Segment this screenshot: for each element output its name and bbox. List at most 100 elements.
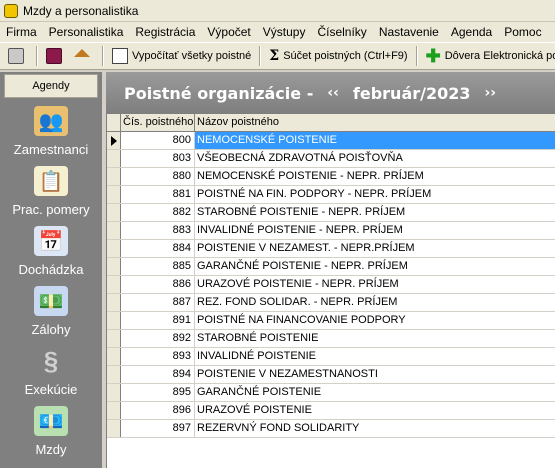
column-header-name[interactable]: Názov poistného: [195, 114, 555, 131]
menu-vypocet[interactable]: Výpočet: [201, 22, 256, 42]
row-indicator[interactable]: [107, 276, 121, 293]
cell-insurance-number[interactable]: 897: [121, 420, 195, 437]
prev-period-button[interactable]: ‹‹: [327, 85, 339, 101]
cell-insurance-number[interactable]: 881: [121, 186, 195, 203]
sidebar-item-label: Dochádzka: [18, 262, 84, 277]
cell-insurance-number[interactable]: 894: [121, 366, 195, 383]
calculator-button[interactable]: [4, 45, 32, 67]
cell-insurance-number[interactable]: 884: [121, 240, 195, 257]
table-row[interactable]: 895 GARANČNÉ POISTENIE: [107, 384, 555, 402]
cell-insurance-name[interactable]: INVALIDNÉ POISTENIE - NEPR. PRÍJEM: [195, 222, 555, 239]
row-indicator[interactable]: [107, 384, 121, 401]
menu-personalistika[interactable]: Personalistika: [43, 22, 130, 42]
menu-firma[interactable]: Firma: [0, 22, 43, 42]
menu-agenda[interactable]: Agenda: [445, 22, 498, 42]
row-indicator[interactable]: [107, 222, 121, 239]
table-row[interactable]: 893 INVALIDNÉ POISTENIE: [107, 348, 555, 366]
table-row[interactable]: 881 POISTNÉ NA FIN. PODPORY - NEPR. PRÍJE…: [107, 186, 555, 204]
table-row[interactable]: 887 REZ. FOND SOLIDAR. - NEPR. PRÍJEM: [107, 294, 555, 312]
table-row[interactable]: 885 GARANČNÉ POISTENIE - NEPR. PRÍJEM: [107, 258, 555, 276]
sidebar-item-label: Prac. pomery: [12, 202, 90, 217]
cell-insurance-number[interactable]: 886: [121, 276, 195, 293]
table-row[interactable]: 880 NEMOCENSKÉ POISTENIE - NEPR. PRÍJEM: [107, 168, 555, 186]
cell-insurance-number[interactable]: 887: [121, 294, 195, 311]
table-row[interactable]: 884 POISTENIE V NEZAMEST. - NEPR.PRÍJEM: [107, 240, 555, 258]
table-row[interactable]: 803 VŠEOBECNÁ ZDRAVOTNÁ POISŤOVŇA: [107, 150, 555, 168]
calc-all-insurance-button[interactable]: Vypočítať všetky poistné: [108, 45, 255, 67]
cell-insurance-number[interactable]: 891: [121, 312, 195, 329]
sum-insurance-button[interactable]: Σ Súčet poistných (Ctrl+F9): [265, 45, 411, 67]
cell-insurance-number[interactable]: 885: [121, 258, 195, 275]
sidebar-item-mzdy[interactable]: 💶 Mzdy: [0, 402, 102, 462]
cell-insurance-number[interactable]: 800: [121, 132, 195, 149]
book-icon: [46, 48, 62, 64]
home-button[interactable]: [70, 45, 98, 67]
toolbar-separator: [102, 46, 104, 66]
cell-insurance-number[interactable]: 892: [121, 330, 195, 347]
cell-insurance-name[interactable]: REZ. FOND SOLIDAR. - NEPR. PRÍJEM: [195, 294, 555, 311]
book-button[interactable]: [42, 45, 70, 67]
cell-insurance-number[interactable]: 895: [121, 384, 195, 401]
row-indicator[interactable]: [107, 258, 121, 275]
table-row[interactable]: 894 POISTENIE V NEZAMESTNANOSTI: [107, 366, 555, 384]
menu-ciselniky[interactable]: Číselníky: [311, 22, 372, 42]
table-row[interactable]: 886 URAZOVÉ POISTENIE - NEPR. PRÍJEM: [107, 276, 555, 294]
table-row[interactable]: 883 INVALIDNÉ POISTENIE - NEPR. PRÍJEM: [107, 222, 555, 240]
cell-insurance-number[interactable]: 883: [121, 222, 195, 239]
cell-insurance-name[interactable]: NEMOCENSKÉ POISTENIE - NEPR. PRÍJEM: [195, 168, 555, 185]
cell-insurance-number[interactable]: 882: [121, 204, 195, 221]
menu-vystupy[interactable]: Výstupy: [257, 22, 312, 42]
cell-insurance-name[interactable]: URAZOVÉ POISTENIE - NEPR. PRÍJEM: [195, 276, 555, 293]
menu-registracia[interactable]: Registrácia: [129, 22, 201, 42]
row-indicator[interactable]: [107, 240, 121, 257]
menu-nastavenie[interactable]: Nastavenie: [373, 22, 445, 42]
menu-pomoc[interactable]: Pomoc: [498, 22, 547, 42]
row-indicator[interactable]: [107, 402, 121, 419]
cell-insurance-number[interactable]: 896: [121, 402, 195, 419]
table-row[interactable]: 892 STAROBNÉ POISTENIE: [107, 330, 555, 348]
cell-insurance-name[interactable]: POISTNÉ NA FIN. PODPORY - NEPR. PRÍJEM: [195, 186, 555, 203]
row-indicator[interactable]: [107, 348, 121, 365]
sidebar-item-zamestnanci[interactable]: 👥 Zamestnanci: [0, 102, 102, 162]
cell-insurance-name[interactable]: REZERVNÝ FOND SOLIDARITY: [195, 420, 555, 437]
cell-insurance-name[interactable]: GARANČNÉ POISTENIE: [195, 384, 555, 401]
sidebar-item-exekucie[interactable]: § Exekúcie: [0, 342, 102, 402]
insurance-grid[interactable]: Čís. poistného Názov poistného 800 NEMOCE…: [106, 114, 555, 468]
row-indicator[interactable]: [107, 330, 121, 347]
cell-insurance-name[interactable]: VŠEOBECNÁ ZDRAVOTNÁ POISŤOVŇA: [195, 150, 555, 167]
row-indicator[interactable]: [107, 132, 121, 149]
row-indicator[interactable]: [107, 312, 121, 329]
table-row[interactable]: 882 STAROBNÉ POISTENIE - NEPR. PRÍJEM: [107, 204, 555, 222]
cell-insurance-name[interactable]: URAZOVÉ POISTENIE: [195, 402, 555, 419]
cell-insurance-name[interactable]: POISTENIE V NEZAMEST. - NEPR.PRÍJEM: [195, 240, 555, 257]
next-period-button[interactable]: ››: [485, 85, 497, 101]
cell-insurance-name[interactable]: GARANČNÉ POISTENIE - NEPR. PRÍJEM: [195, 258, 555, 275]
sidebar-item-prac-pomery[interactable]: 📋 Prac. pomery: [0, 162, 102, 222]
sidebar-item-dochadzka[interactable]: 📅 Dochádzka: [0, 222, 102, 282]
row-indicator[interactable]: [107, 294, 121, 311]
trust-electronic-button[interactable]: ✚ Dôvera Elektronická pob: [422, 45, 555, 67]
cell-insurance-name[interactable]: NEMOCENSKÉ POISTENIE: [195, 132, 555, 149]
page-title: Poistné organizácie -: [124, 83, 314, 103]
sidebar-item-zalohy[interactable]: 💵 Zálohy: [0, 282, 102, 342]
column-header-number[interactable]: Čís. poistného: [121, 114, 195, 131]
row-indicator[interactable]: [107, 366, 121, 383]
row-indicator[interactable]: [107, 420, 121, 437]
table-row[interactable]: 891 POISTNÉ NA FINANCOVANIE PODPORY: [107, 312, 555, 330]
cell-insurance-number[interactable]: 880: [121, 168, 195, 185]
cell-insurance-name[interactable]: INVALIDNÉ POISTENIE: [195, 348, 555, 365]
row-indicator[interactable]: [107, 204, 121, 221]
sidebar-header[interactable]: Agendy: [4, 74, 98, 98]
table-row[interactable]: 800 NEMOCENSKÉ POISTENIE: [107, 132, 555, 150]
row-indicator[interactable]: [107, 186, 121, 203]
cell-insurance-name[interactable]: STAROBNÉ POISTENIE: [195, 330, 555, 347]
cell-insurance-name[interactable]: POISTENIE V NEZAMESTNANOSTI: [195, 366, 555, 383]
row-indicator[interactable]: [107, 150, 121, 167]
cell-insurance-name[interactable]: STAROBNÉ POISTENIE - NEPR. PRÍJEM: [195, 204, 555, 221]
cell-insurance-number[interactable]: 893: [121, 348, 195, 365]
cell-insurance-name[interactable]: POISTNÉ NA FINANCOVANIE PODPORY: [195, 312, 555, 329]
table-row[interactable]: 896 URAZOVÉ POISTENIE: [107, 402, 555, 420]
cell-insurance-number[interactable]: 803: [121, 150, 195, 167]
table-row[interactable]: 897 REZERVNÝ FOND SOLIDARITY: [107, 420, 555, 438]
row-indicator[interactable]: [107, 168, 121, 185]
